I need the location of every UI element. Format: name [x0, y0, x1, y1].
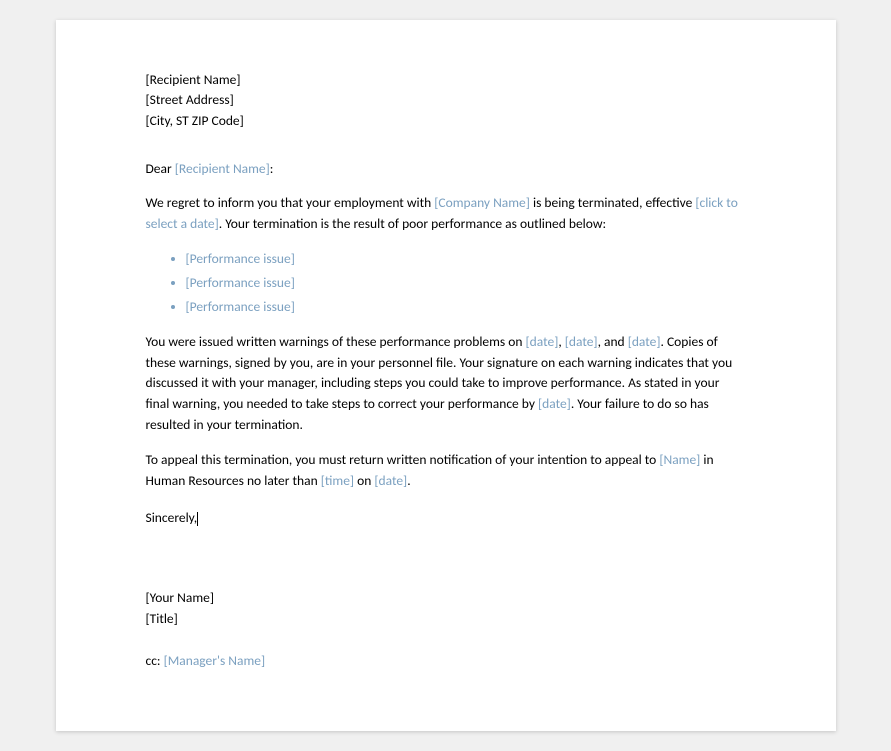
address-line-2: [Street Address]	[146, 90, 746, 110]
address-line-1: [Recipient Name]	[146, 70, 746, 90]
bullet-item-1: [Performance issue]	[186, 249, 746, 269]
signature-name: [Your Name]	[146, 588, 746, 608]
para3-text-after: .	[407, 472, 410, 489]
performance-issues-list: [Performance issue] [Performance issue] …	[186, 249, 746, 318]
paragraph-2: You were issued written warnings of thes…	[146, 332, 746, 437]
para2-date3: [date]	[628, 333, 661, 350]
para2-date1: [date]	[526, 333, 559, 350]
cc-name-placeholder: [Manager's Name]	[164, 652, 266, 669]
signature-title: [Title]	[146, 609, 746, 629]
para3-sep: on	[354, 472, 374, 489]
para1-company-placeholder: [Company Name]	[434, 194, 530, 211]
cc-text: cc:	[146, 652, 164, 669]
bullet-item-2: [Performance issue]	[186, 273, 746, 293]
document-page: [Recipient Name] [Street Address] [City,…	[56, 20, 836, 731]
sincerely: Sincerely,	[146, 508, 746, 528]
address-block: [Recipient Name] [Street Address] [City,…	[146, 70, 746, 131]
address-line-3: [City, ST ZIP Code]	[146, 111, 746, 131]
paragraph-3: To appeal this termination, you must ret…	[146, 450, 746, 492]
para1-text-before: We regret to inform you that your employ…	[146, 194, 435, 211]
para2-date4: [date]	[538, 395, 571, 412]
salutation: Dear [Recipient Name]:	[146, 159, 746, 179]
para2-sep2: , and	[598, 333, 628, 350]
para2-text-before: You were issued written warnings of thes…	[146, 333, 526, 350]
para2-date2: [date]	[565, 333, 598, 350]
text-cursor	[197, 512, 198, 526]
sincerely-text: Sincerely,	[146, 509, 198, 526]
para1-text-after: . Your termination is the result of poor…	[219, 215, 606, 232]
para3-name-placeholder: [Name]	[659, 451, 700, 468]
para3-date-placeholder: [date]	[374, 472, 407, 489]
paragraph-1: We regret to inform you that your employ…	[146, 193, 746, 235]
salutation-colon: :	[270, 160, 274, 177]
para1-text-middle: is being terminated, effective	[530, 194, 695, 211]
signature-block: [Your Name] [Title]	[146, 588, 746, 629]
bullet-item-3: [Performance issue]	[186, 297, 746, 317]
salutation-name-placeholder: [Recipient Name]	[175, 160, 270, 177]
para3-time-placeholder: [time]	[321, 472, 354, 489]
para3-text-before: To appeal this termination, you must ret…	[146, 451, 660, 468]
salutation-text: Dear	[146, 160, 175, 177]
